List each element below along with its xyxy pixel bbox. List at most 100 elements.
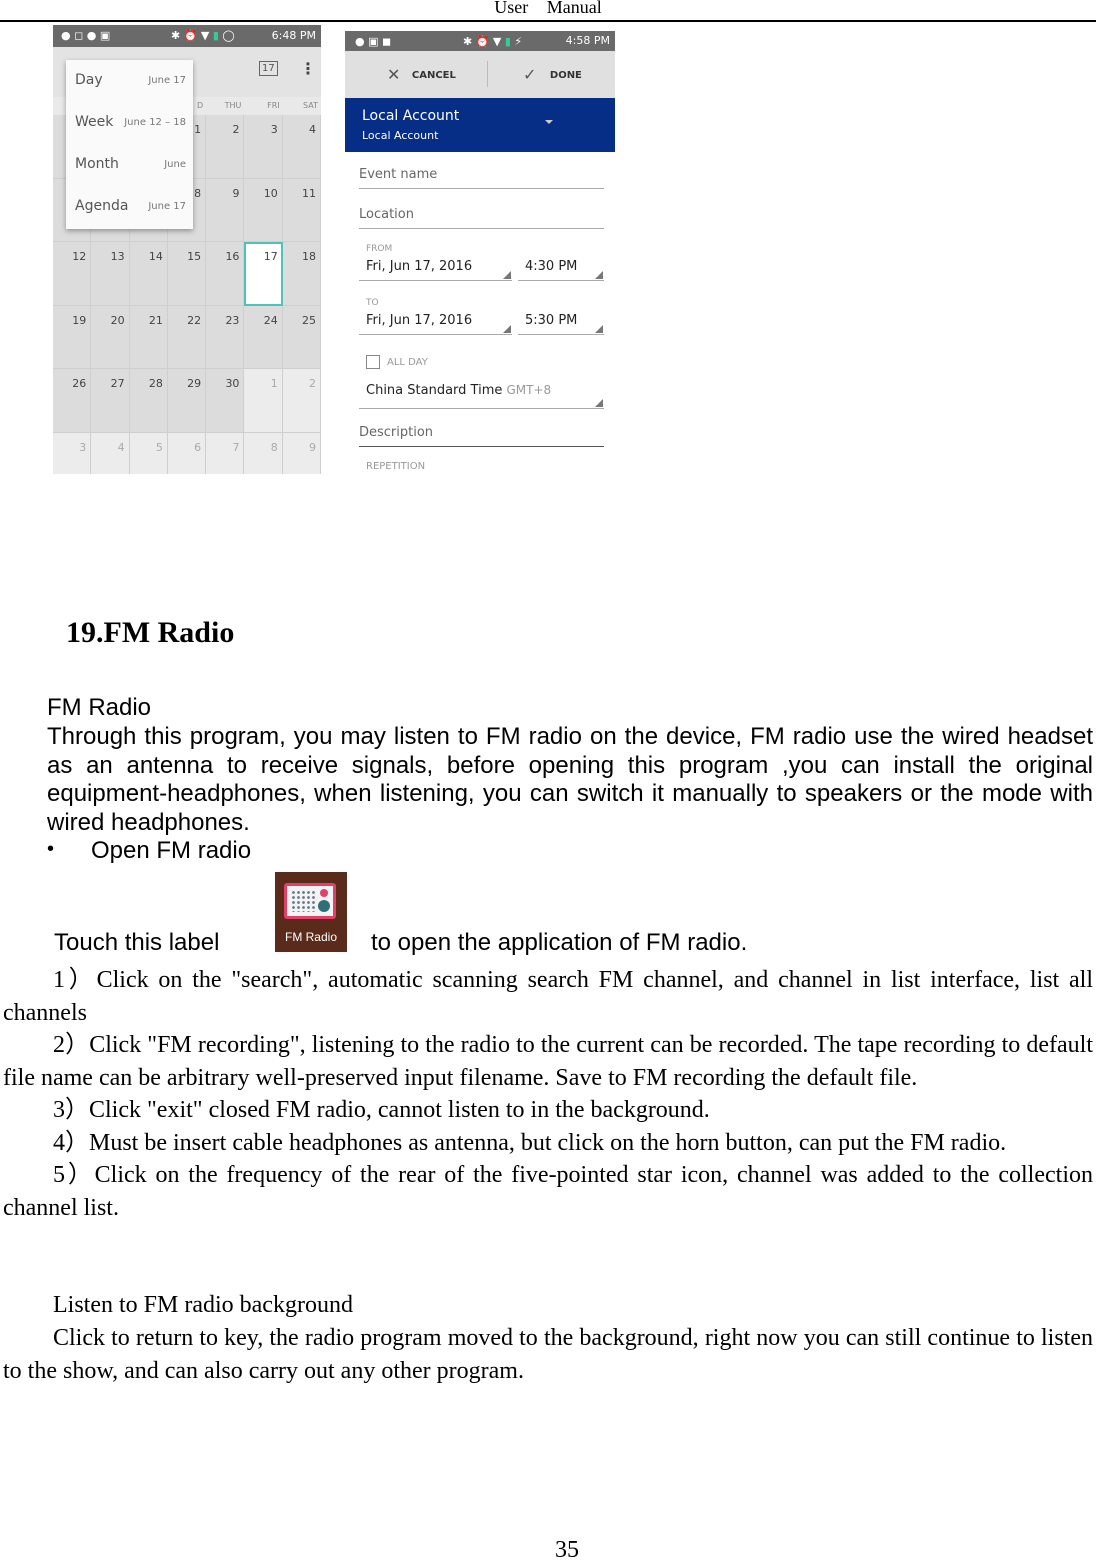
day-cell[interactable]: 12 <box>53 242 92 306</box>
bullet-item: Open FM radio <box>91 837 252 864</box>
touch-label-text: Touch this label <box>54 929 220 956</box>
day-cell[interactable]: 7 <box>206 432 245 474</box>
day-cell[interactable]: 2 <box>282 369 321 433</box>
view-menu-item[interactable]: Agenda June 17 <box>66 186 193 228</box>
view-menu-item[interactable]: Month June <box>66 144 193 186</box>
touch-label-after: to open the application of FM radio. <box>371 929 748 956</box>
all-day-label: ALL DAY <box>387 357 428 368</box>
timezone: China Standard Time <box>366 383 503 398</box>
day-cell[interactable]: 16 <box>206 242 245 306</box>
notification-icons: ● ◻ ● ▣ <box>61 29 111 42</box>
view-menu-item[interactable]: Day June 17 <box>66 60 193 102</box>
radio-knob <box>320 889 328 897</box>
view-range: June <box>164 159 186 170</box>
to-date-picker[interactable]: Fri, Jun 17, 2016 <box>359 313 512 335</box>
calendar-screenshot: ● ◻ ● ▣ ✱ ⏰ ▼ ▮ ◯ 6:48 PM 17 ⋮ D THU FRI SA… <box>53 25 321 474</box>
day-cell[interactable]: 4 <box>91 432 130 474</box>
radio-dial <box>318 900 330 912</box>
step-4: 4）Must be insert cable headphones as ant… <box>53 1130 1007 1156</box>
status-bar: ● ◻ ● ▣ ✱ ⏰ ▼ ▮ ◯ 6:48 PM <box>53 25 321 47</box>
status-time: 6:48 PM <box>271 29 316 42</box>
day-cell[interactable]: 26 <box>53 369 92 433</box>
status-time: 4:58 PM <box>565 34 610 47</box>
more-options-icon[interactable]: ⋮ <box>300 59 316 78</box>
day-cell[interactable]: 1 <box>244 369 283 433</box>
day-cell[interactable]: 15 <box>167 242 207 306</box>
today-calendar-icon[interactable]: 17 <box>259 61 278 76</box>
action-bar: ✕ CANCEL ✓ DONE <box>345 51 615 98</box>
day-cell[interactable]: 13 <box>91 242 130 306</box>
all-day-checkbox[interactable] <box>366 355 380 369</box>
divider <box>487 61 488 87</box>
status-bar: ● ▣ ◼ ✱ ⏰ ▼ ▮ ⚡ 4:58 PM <box>345 31 615 51</box>
weekday-label: THU <box>224 101 242 110</box>
background-title: Listen to FM radio background <box>53 1292 353 1318</box>
view-menu: Day June 17 Week June 12 – 18 Month June Agend… <box>66 60 193 229</box>
check-icon: ✓ <box>523 65 537 84</box>
view-name: Day <box>75 72 103 88</box>
day-cell[interactable]: 22 <box>167 305 207 369</box>
day-cell[interactable]: 17 <box>244 242 283 306</box>
done-button[interactable]: ✓ DONE <box>523 65 582 84</box>
step-5: 5）Click on the frequency of the rear of … <box>3 1162 1093 1221</box>
day-cell[interactable]: 10 <box>244 178 283 242</box>
day-cell[interactable]: 5 <box>129 432 168 474</box>
view-name: Month <box>75 156 119 172</box>
bullet-icon: • <box>47 838 55 860</box>
speaker-grille <box>291 890 315 912</box>
new-event-screenshot: ● ▣ ◼ ✱ ⏰ ▼ ▮ ⚡ 4:58 PM ✕ CANCEL ✓ DONE … <box>345 31 615 474</box>
view-range: June 12 – 18 <box>124 117 186 128</box>
header-divider <box>0 20 1096 22</box>
view-range: June 17 <box>148 201 186 212</box>
done-label: DONE <box>549 70 582 81</box>
view-menu-item[interactable]: Week June 12 – 18 <box>66 102 193 144</box>
day-cell[interactable]: 21 <box>129 305 168 369</box>
day-cell[interactable]: 25 <box>282 305 321 369</box>
to-time: 5:30 PM <box>525 313 578 328</box>
dropdown-arrow-icon <box>545 120 553 124</box>
day-cell[interactable]: 24 <box>244 305 283 369</box>
description-input[interactable]: Description <box>359 425 604 447</box>
fm-radio-icon-label: FM Radio <box>284 930 337 944</box>
timezone-picker[interactable]: China Standard Time GMT+8 <box>359 383 604 409</box>
account-subtitle: Local Account <box>362 129 439 142</box>
day-cell[interactable]: 11 <box>282 178 321 242</box>
day-cell[interactable]: 14 <box>129 242 168 306</box>
cancel-label: CANCEL <box>411 70 456 81</box>
day-cell[interactable]: 29 <box>167 369 207 433</box>
day-cell[interactable]: 30 <box>206 369 245 433</box>
to-time-picker[interactable]: 5:30 PM <box>518 313 604 335</box>
day-cell[interactable]: 3 <box>53 432 92 474</box>
day-cell[interactable]: 18 <box>282 242 321 306</box>
from-time-picker[interactable]: 4:30 PM <box>518 259 604 281</box>
location-input[interactable]: Location <box>359 207 604 229</box>
day-cell[interactable]: 8 <box>244 432 283 474</box>
day-cell[interactable]: 28 <box>129 369 168 433</box>
cancel-button[interactable]: ✕ CANCEL <box>387 65 456 84</box>
gmt-offset: GMT+8 <box>506 383 552 397</box>
day-cell[interactable]: 9 <box>206 178 245 242</box>
day-cell[interactable]: 3 <box>244 115 283 179</box>
from-time: 4:30 PM <box>525 259 578 274</box>
day-cell[interactable]: 4 <box>282 115 321 179</box>
day-cell[interactable]: 6 <box>167 432 207 474</box>
repetition-label: REPETITION <box>366 461 426 472</box>
page-number: 35 <box>555 1537 579 1563</box>
day-cell[interactable]: 2 <box>206 115 245 179</box>
bluetooth-alarm-wifi-icons: ✱ ⏰ ▼ ▮ ◯ <box>171 29 235 42</box>
step-1: 1）Click on the "search", automatic scann… <box>3 967 1093 1026</box>
notification-icons: ● ▣ ◼ <box>355 35 392 48</box>
step-2: 2）Click "FM recording", listening to the… <box>3 1032 1093 1091</box>
section-subtitle: FM Radio <box>47 694 152 721</box>
fm-radio-app-icon: FM Radio <box>275 872 347 952</box>
day-cell[interactable]: 19 <box>53 305 92 369</box>
account-selector[interactable]: Local Account Local Account <box>345 98 615 152</box>
from-label: FROM <box>366 244 393 254</box>
from-date-picker[interactable]: Fri, Jun 17, 2016 <box>359 259 512 281</box>
day-cell[interactable]: 23 <box>206 305 245 369</box>
day-cell[interactable]: 9 <box>282 432 321 474</box>
event-name-input[interactable]: Event name <box>359 167 604 189</box>
day-cell[interactable]: 27 <box>91 369 130 433</box>
day-cell[interactable]: 20 <box>91 305 130 369</box>
from-date: Fri, Jun 17, 2016 <box>366 259 473 274</box>
